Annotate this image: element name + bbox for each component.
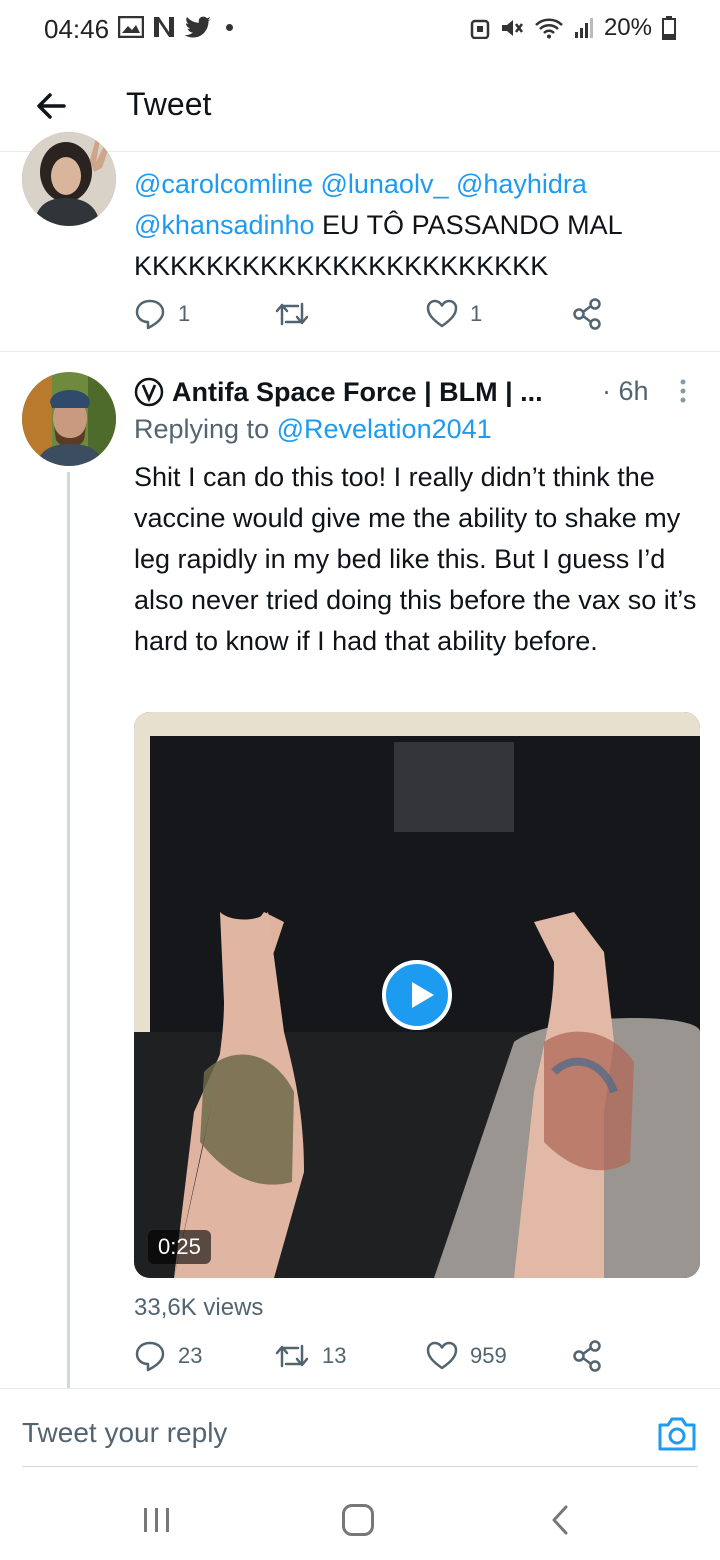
status-bar: 04:46 20% [0,0,720,60]
home-button[interactable] [342,1504,374,1536]
battery-percent: 20% [603,14,652,41]
notification-icons [118,16,233,38]
system-nav-bar [0,1480,720,1560]
share-icon [573,298,601,330]
share-button[interactable] [572,298,602,330]
like-count: 959 [470,1343,507,1368]
reply-button[interactable]: 1 [134,298,190,330]
alarm-icon [470,19,490,39]
battery-icon [662,16,676,40]
reply-icon [135,299,165,330]
mute-icon [501,20,523,36]
v-logo-icon [134,377,164,407]
video-player[interactable]: 0:25 [134,712,700,1278]
mention-link[interactable]: @khansadinho [134,210,315,240]
like-button[interactable]: 959 [426,1340,507,1372]
share-button[interactable] [572,1340,602,1372]
retweet-button[interactable]: 13 [274,1340,346,1372]
reply-button[interactable]: 23 [134,1340,202,1372]
app-header: Tweet [0,60,720,152]
retweet-icon [275,1344,309,1368]
arrow-left-icon [37,93,66,119]
view-count: 33,6K views [134,1294,264,1321]
share-icon [573,1340,601,1372]
nav-back-icon[interactable] [548,1504,572,1536]
thread-line [67,472,70,1388]
tweet-text-segment: EU TÔ PASSANDO MAL [314,210,623,240]
retweet-icon [275,302,309,326]
system-icons: 20% [470,14,676,42]
tweet-text: Shit I can do this too! I really didn’t … [134,462,697,656]
camera-button[interactable] [656,1413,698,1455]
replying-prefix: Replying to [134,414,277,444]
reply-icon [135,1341,165,1372]
reply-count: 23 [178,1343,203,1368]
avatar[interactable] [22,132,116,226]
back-button[interactable] [32,86,72,126]
netflix-icon [154,17,174,37]
like-button[interactable]: 1 [426,298,482,330]
more-notifications-dot [226,23,233,31]
page-title: Tweet [126,86,212,122]
mention-link[interactable]: @Revelation2041 [277,414,492,444]
like-count: 1 [470,301,483,326]
heart-icon [426,299,458,328]
tweet-header: Antifa Space Force | BLM | ... · 6h [134,372,694,412]
author-name[interactable]: Antifa Space Force | BLM | ... [172,377,543,408]
divider [22,1466,698,1467]
mention-link[interactable]: @carolcomline @lunaolv_ @hayhidra [134,169,587,199]
more-options-icon[interactable] [678,378,688,406]
twitter-bird-icon [184,16,211,38]
tweet-actions: 1 1 [134,298,614,338]
reply-count: 1 [178,301,191,326]
tweet-actions: 23 13 959 [134,1340,614,1380]
reply-input[interactable]: Tweet your reply [22,1417,227,1449]
tweet-text: @carolcomline @lunaolv_ @hayhidra @khans… [134,164,704,287]
recent-apps-icon[interactable] [142,1506,172,1534]
replying-to: Replying to @Revelation2041 [134,414,492,445]
retweet-count: 13 [322,1343,347,1368]
signal-icon [574,18,593,38]
wifi-icon [535,18,563,39]
heart-icon [426,1341,458,1370]
reply-composer: Tweet your reply [0,1388,720,1468]
avatar[interactable] [22,372,116,466]
status-time: 04:46 [44,14,110,44]
retweet-button[interactable] [274,298,310,330]
camera-icon [658,1417,696,1451]
tweet-text-segment: KKKKKKKKKKKKKKKKKKKKKKK [134,251,549,281]
tweet-time[interactable]: · 6h [602,376,649,407]
gallery-icon [118,16,144,38]
video-duration: 0:25 [148,1230,211,1264]
play-button[interactable] [382,960,452,1030]
